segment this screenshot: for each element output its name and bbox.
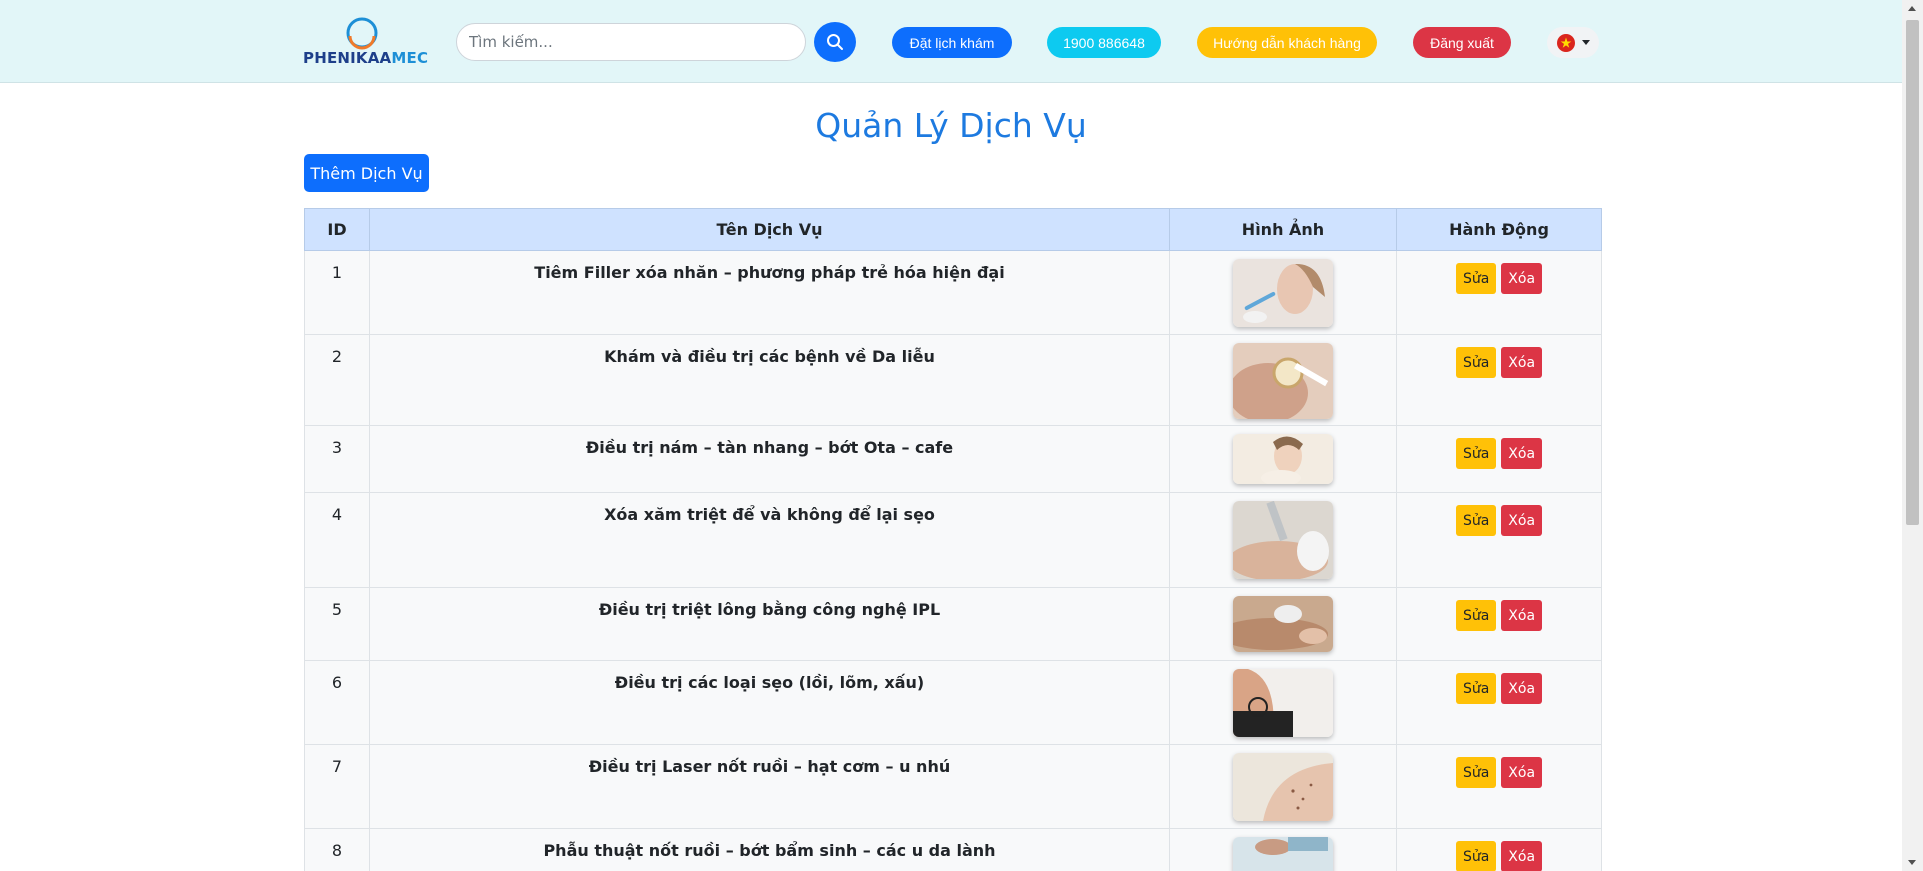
- delete-button[interactable]: Xóa: [1501, 263, 1543, 294]
- search-input[interactable]: [456, 23, 806, 61]
- logo-text-part1: PHENIKAA: [303, 49, 392, 67]
- cell-image: [1169, 660, 1397, 745]
- edit-button[interactable]: Sửa: [1455, 438, 1497, 469]
- services-table: ID Tên Dịch Vụ Hình Ảnh Hành Động 1 Tiêm…: [304, 208, 1602, 871]
- service-image: [1233, 343, 1333, 419]
- service-image: [1233, 753, 1333, 821]
- cell-actions: Sửa Xóa: [1396, 587, 1602, 661]
- cell-id: 8: [304, 828, 370, 871]
- scroll-down-icon[interactable]: [1908, 860, 1916, 865]
- cell-service-name: Phẫu thuật nốt ruồi – bớt bẩm sinh – các…: [369, 828, 1170, 871]
- cell-service-name: Khám và điều trị các bệnh về Da liễu: [369, 334, 1170, 426]
- delete-button[interactable]: Xóa: [1501, 505, 1543, 536]
- edit-button[interactable]: Sửa: [1455, 600, 1497, 631]
- delete-button[interactable]: Xóa: [1501, 673, 1543, 704]
- vietnam-flag-icon: [1557, 33, 1575, 52]
- search-button[interactable]: [814, 22, 856, 62]
- service-image: [1233, 596, 1333, 652]
- search-icon: [827, 34, 843, 50]
- table-row: 8 Phẫu thuật nốt ruồi – bớt bẩm sinh – c…: [304, 828, 1602, 871]
- column-header-id: ID: [304, 208, 370, 251]
- page-scrollbar[interactable]: [1902, 0, 1923, 871]
- column-header-name: Tên Dịch Vụ: [369, 208, 1170, 251]
- table-row: 7 Điều trị Laser nốt ruồi – hạt cơm – u …: [304, 744, 1602, 829]
- cell-id: 5: [304, 587, 370, 661]
- logo-text-part2: MEC: [391, 49, 429, 67]
- service-image: [1233, 434, 1333, 484]
- cell-service-name: Xóa xăm triệt để và không để lại sẹo: [369, 492, 1170, 588]
- delete-button[interactable]: Xóa: [1501, 757, 1543, 788]
- delete-button[interactable]: Xóa: [1501, 841, 1543, 871]
- table-row: 1 Tiêm Filler xóa nhăn – phương pháp trẻ…: [304, 250, 1602, 335]
- edit-button[interactable]: Sửa: [1455, 673, 1497, 704]
- edit-button[interactable]: Sửa: [1455, 505, 1497, 536]
- cell-id: 7: [304, 744, 370, 829]
- scrollbar-thumb[interactable]: [1906, 20, 1919, 525]
- service-image: [1233, 837, 1333, 871]
- cell-image: [1169, 425, 1397, 493]
- logo-ring-icon: [346, 17, 378, 50]
- language-dropdown[interactable]: [1547, 27, 1599, 58]
- edit-button[interactable]: Sửa: [1455, 347, 1497, 378]
- delete-button[interactable]: Xóa: [1501, 438, 1543, 469]
- cell-actions: Sửa Xóa: [1396, 660, 1602, 745]
- edit-button[interactable]: Sửa: [1455, 263, 1497, 294]
- table-row: 5 Điều trị triệt lông bằng công nghệ IPL: [304, 587, 1602, 661]
- cell-service-name: Điều trị Laser nốt ruồi – hạt cơm – u nh…: [369, 744, 1170, 829]
- caret-down-icon: [1582, 40, 1590, 45]
- cell-actions: Sửa Xóa: [1396, 250, 1602, 335]
- cell-image: [1169, 334, 1397, 426]
- service-image: [1233, 669, 1333, 737]
- cell-actions: Sửa Xóa: [1396, 744, 1602, 829]
- cell-image: [1169, 744, 1397, 829]
- cell-image: [1169, 587, 1397, 661]
- table-header-row: ID Tên Dịch Vụ Hình Ảnh Hành Động: [304, 208, 1602, 251]
- cell-service-name: Điều trị các loại sẹo (lồi, lõm, xấu): [369, 660, 1170, 745]
- cell-image: [1169, 828, 1397, 871]
- cell-actions: Sửa Xóa: [1396, 828, 1602, 871]
- hotline-button[interactable]: 1900 886648: [1047, 27, 1161, 58]
- column-header-image: Hình Ảnh: [1169, 208, 1397, 251]
- navbar: PHENIKAAMEC Đặt lịch khám 1900 886648 Hư…: [0, 0, 1902, 83]
- page-title: Quản Lý Dịch Vụ: [815, 106, 1087, 145]
- cell-id: 1: [304, 250, 370, 335]
- cell-id: 3: [304, 425, 370, 493]
- service-image: [1233, 259, 1333, 327]
- cell-actions: Sửa Xóa: [1396, 334, 1602, 426]
- cell-service-name: Điều trị nám – tàn nhang – bớt Ota – caf…: [369, 425, 1170, 493]
- edit-button[interactable]: Sửa: [1455, 757, 1497, 788]
- cell-id: 2: [304, 334, 370, 426]
- table-row: 3 Điều trị nám – tàn nhang – bớt Ota – c…: [304, 425, 1602, 493]
- scroll-up-icon[interactable]: [1908, 6, 1916, 11]
- logo[interactable]: PHENIKAAMEC: [303, 14, 428, 70]
- book-appointment-button[interactable]: Đặt lịch khám: [892, 27, 1012, 58]
- delete-button[interactable]: Xóa: [1501, 600, 1543, 631]
- logout-button[interactable]: Đăng xuất: [1413, 27, 1511, 58]
- table-row: 2 Khám và điều trị các bệnh về Da liễu S…: [304, 334, 1602, 426]
- add-service-button[interactable]: Thêm Dịch Vụ: [304, 154, 429, 192]
- cell-image: [1169, 492, 1397, 588]
- cell-service-name: Điều trị triệt lông bằng công nghệ IPL: [369, 587, 1170, 661]
- cell-id: 6: [304, 660, 370, 745]
- service-image: [1233, 501, 1333, 579]
- customer-guide-button[interactable]: Hướng dẫn khách hàng: [1197, 27, 1377, 58]
- logo-text: PHENIKAAMEC: [303, 49, 428, 67]
- cell-actions: Sửa Xóa: [1396, 492, 1602, 588]
- column-header-actions: Hành Động: [1396, 208, 1602, 251]
- table-row: 4 Xóa xăm triệt để và không để lại sẹo S…: [304, 492, 1602, 588]
- delete-button[interactable]: Xóa: [1501, 347, 1543, 378]
- cell-image: [1169, 250, 1397, 335]
- cell-service-name: Tiêm Filler xóa nhăn – phương pháp trẻ h…: [369, 250, 1170, 335]
- edit-button[interactable]: Sửa: [1455, 841, 1497, 871]
- table-row: 6 Điều trị các loại sẹo (lồi, lõm, xấu): [304, 660, 1602, 745]
- cell-actions: Sửa Xóa: [1396, 425, 1602, 493]
- cell-id: 4: [304, 492, 370, 588]
